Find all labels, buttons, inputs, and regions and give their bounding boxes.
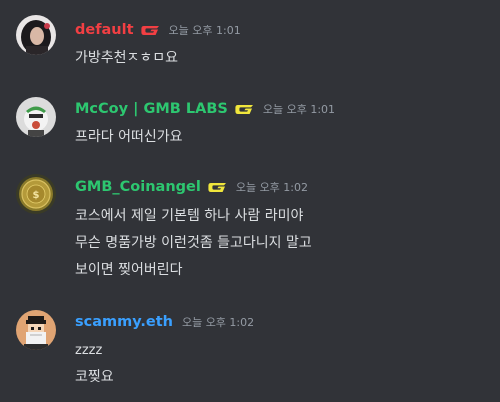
username[interactable]: scammy.eth — [75, 314, 173, 330]
avatar[interactable]: $ — [16, 174, 56, 214]
message-text: 보이면 찢어버린다 — [75, 262, 183, 278]
message-text: zzzz — [75, 343, 103, 358]
pixel-avatar-icon — [16, 310, 56, 350]
username[interactable]: McCoy | GMB LABS — [75, 101, 228, 117]
coin-avatar-icon: $ — [16, 174, 56, 214]
avatar[interactable] — [16, 310, 56, 350]
message-text: 프라다 어떠신가요 — [75, 129, 183, 145]
username[interactable]: GMB_Coinangel — [75, 179, 201, 195]
g-badge-icon[interactable] — [140, 25, 160, 36]
avatar[interactable] — [16, 97, 56, 137]
timestamp: 오늘 오후 1:02 — [235, 181, 309, 194]
username[interactable]: default — [75, 22, 134, 38]
user-avatar-icon — [16, 15, 56, 55]
g-badge-icon[interactable] — [234, 104, 254, 115]
user-avatar-icon — [16, 97, 56, 137]
message-text: 코찢요 — [75, 369, 114, 385]
timestamp: 오늘 오후 1:02 — [181, 316, 255, 329]
message-text: 무슨 명품가방 이런것좀 들고다니지 말고 — [75, 235, 312, 251]
avatar[interactable] — [16, 15, 56, 55]
timestamp: 오늘 오후 1:01 — [168, 24, 241, 37]
g-badge-icon[interactable] — [207, 182, 227, 193]
message-text: 코스에서 제일 기본템 하나 사람 라미야 — [75, 208, 304, 224]
message-text: 가방추천ㅈㅎㅁ요 — [75, 50, 179, 66]
svg-text:$: $ — [33, 190, 40, 201]
timestamp: 오늘 오후 1:01 — [262, 103, 336, 116]
